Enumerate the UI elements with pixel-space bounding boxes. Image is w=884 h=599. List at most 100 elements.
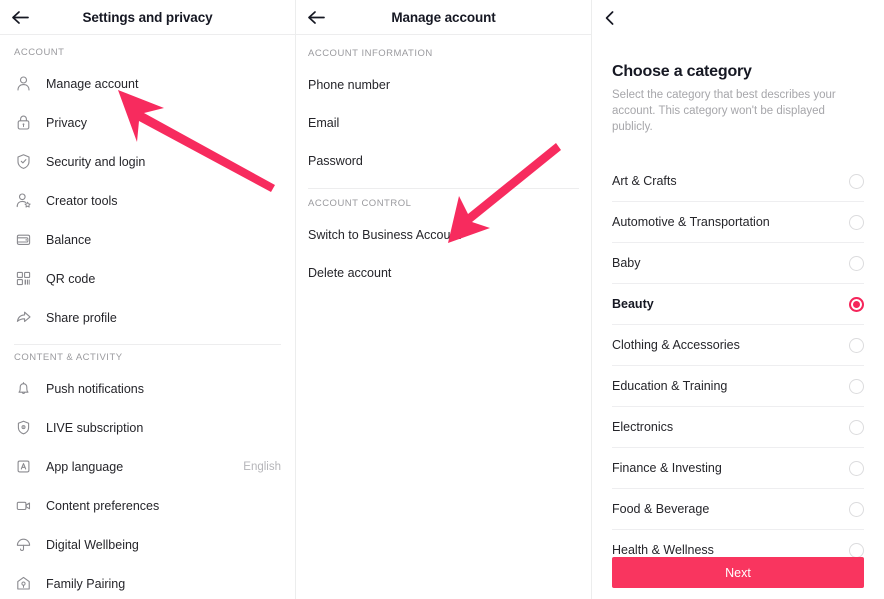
section-label-account: ACCOUNT bbox=[14, 47, 65, 58]
manage-account-topbar: Manage account bbox=[296, 0, 591, 35]
sidebar-item-label: Privacy bbox=[46, 115, 87, 130]
radio-button[interactable] bbox=[849, 378, 864, 394]
manage-item-label: Phone number bbox=[308, 78, 391, 92]
category-row-baby[interactable]: Baby bbox=[612, 243, 864, 284]
category-label: Baby bbox=[612, 256, 641, 270]
section-label-content-activity: CONTENT & ACTIVITY bbox=[14, 352, 123, 363]
category-header: Choose a category Select the category th… bbox=[592, 63, 884, 135]
category-label: Art & Crafts bbox=[612, 174, 677, 188]
sidebar-item-label: Family Pairing bbox=[46, 576, 126, 591]
sidebar-item-value-app-language: English bbox=[243, 460, 281, 473]
category-label: Beauty bbox=[612, 297, 654, 311]
sidebar-item-label: Manage account bbox=[46, 76, 139, 91]
bell-icon bbox=[14, 380, 32, 398]
category-label: Food & Beverage bbox=[612, 502, 710, 516]
sidebar-item-live-subscription[interactable]: LIVE subscription bbox=[0, 408, 295, 447]
manage-item-label: Password bbox=[308, 154, 363, 168]
category-label: Electronics bbox=[612, 420, 674, 434]
manage-section-divider bbox=[308, 188, 579, 189]
sidebar-item-label: Digital Wellbeing bbox=[46, 537, 139, 552]
sidebar-item-label: App language bbox=[46, 459, 124, 474]
video-screen-icon bbox=[14, 497, 32, 515]
manage-item-delete-account[interactable]: Delete account bbox=[296, 254, 591, 292]
sidebar-item-manage-account[interactable]: Manage account bbox=[0, 64, 295, 103]
category-label: Education & Training bbox=[612, 379, 728, 393]
category-row-clothing-accessories[interactable]: Clothing & Accessories bbox=[612, 325, 864, 366]
category-label: Automotive & Transportation bbox=[612, 215, 770, 229]
category-label: Health & Wellness bbox=[612, 543, 714, 557]
manage-item-email[interactable]: Email bbox=[296, 104, 591, 142]
manage-item-password[interactable]: Password bbox=[296, 142, 591, 180]
back-button-category[interactable] bbox=[592, 0, 644, 35]
sidebar-item-digital-wellbeing[interactable]: Digital Wellbeing bbox=[0, 525, 295, 564]
page-title: Choose a category bbox=[612, 63, 752, 80]
chevron-left-icon bbox=[604, 10, 616, 26]
sidebar-item-privacy[interactable]: Privacy bbox=[0, 103, 295, 142]
next-button[interactable]: Next bbox=[612, 557, 864, 588]
sidebar-item-label: Share profile bbox=[46, 310, 117, 325]
manage-item-label: Delete account bbox=[308, 266, 392, 280]
person-icon bbox=[14, 75, 32, 93]
sidebar-item-label: Content preferences bbox=[46, 498, 160, 513]
sidebar-section-divider bbox=[14, 344, 281, 345]
arrow-left-icon bbox=[11, 10, 30, 25]
radio-button[interactable] bbox=[849, 337, 864, 353]
qr-code-icon bbox=[14, 270, 32, 288]
back-button-manage-account[interactable] bbox=[296, 0, 336, 35]
category-row-education-training[interactable]: Education & Training bbox=[612, 366, 864, 407]
arrow-left-icon bbox=[307, 10, 326, 25]
section-label-account-control: ACCOUNT CONTROL bbox=[308, 198, 412, 209]
settings-topbar: Settings and privacy bbox=[0, 0, 295, 35]
home-shield-icon bbox=[14, 575, 32, 593]
language-a-icon bbox=[14, 458, 32, 476]
category-row-finance-investing[interactable]: Finance & Investing bbox=[612, 448, 864, 489]
manage-item-switch-to-business-account[interactable]: Switch to Business Account bbox=[296, 216, 591, 254]
radio-button[interactable] bbox=[849, 419, 864, 435]
sidebar-item-qr-code[interactable]: QR code bbox=[0, 259, 295, 298]
manage-account-panel: Manage account ACCOUNT INFORMATION Phone… bbox=[296, 0, 592, 599]
category-list: Art & Crafts Automotive & Transportation… bbox=[592, 161, 884, 571]
sidebar-item-app-language[interactable]: App language English bbox=[0, 447, 295, 486]
back-button-settings[interactable] bbox=[0, 0, 40, 35]
category-row-electronics[interactable]: Electronics bbox=[612, 407, 864, 448]
person-star-icon bbox=[14, 192, 32, 210]
three-panel-screenshot: Settings and privacy ACCOUNT Manage acco… bbox=[0, 0, 884, 599]
category-description: Select the category that best describes … bbox=[612, 89, 836, 133]
sidebar-item-push-notifications[interactable]: Push notifications bbox=[0, 369, 295, 408]
sidebar-item-content-preferences[interactable]: Content preferences bbox=[0, 486, 295, 525]
sidebar-item-label: Balance bbox=[46, 232, 92, 247]
radio-button[interactable] bbox=[849, 542, 864, 558]
category-row-beauty[interactable]: Beauty bbox=[612, 284, 864, 325]
sidebar-item-creator-tools[interactable]: Creator tools bbox=[0, 181, 295, 220]
manage-item-phone-number[interactable]: Phone number bbox=[296, 66, 591, 104]
sidebar-item-label: Security and login bbox=[46, 154, 146, 169]
wallet-icon bbox=[14, 231, 32, 249]
category-row-food-beverage[interactable]: Food & Beverage bbox=[612, 489, 864, 530]
category-topbar bbox=[592, 0, 884, 35]
sidebar-item-family-pairing[interactable]: Family Pairing bbox=[0, 564, 295, 599]
radio-button[interactable] bbox=[849, 501, 864, 517]
radio-button-selected[interactable] bbox=[849, 296, 864, 312]
sidebar-item-balance[interactable]: Balance bbox=[0, 220, 295, 259]
sidebar-item-security-and-login[interactable]: Security and login bbox=[0, 142, 295, 181]
sidebar-item-label: LIVE subscription bbox=[46, 420, 144, 435]
radio-button[interactable] bbox=[849, 460, 864, 476]
sidebar-item-share-profile[interactable]: Share profile bbox=[0, 298, 295, 337]
category-row-automotive-transportation[interactable]: Automotive & Transportation bbox=[612, 202, 864, 243]
category-row-art-crafts[interactable]: Art & Crafts bbox=[612, 161, 864, 202]
radio-button[interactable] bbox=[849, 214, 864, 230]
sidebar-item-label: Creator tools bbox=[46, 193, 118, 208]
live-shield-icon bbox=[14, 419, 32, 437]
manage-item-label: Switch to Business Account bbox=[308, 228, 461, 242]
settings-and-privacy-panel: Settings and privacy ACCOUNT Manage acco… bbox=[0, 0, 296, 599]
lock-icon bbox=[14, 114, 32, 132]
sidebar-item-label: Push notifications bbox=[46, 381, 144, 396]
radio-button[interactable] bbox=[849, 173, 864, 189]
section-label-account-information: ACCOUNT INFORMATION bbox=[308, 48, 433, 59]
sidebar-item-label: QR code bbox=[46, 271, 96, 286]
share-arrow-icon bbox=[14, 309, 32, 327]
radio-button[interactable] bbox=[849, 255, 864, 271]
choose-category-panel: Choose a category Select the category th… bbox=[592, 0, 884, 599]
manage-account-page-title: Manage account bbox=[391, 9, 496, 25]
settings-page-title: Settings and privacy bbox=[82, 9, 213, 25]
